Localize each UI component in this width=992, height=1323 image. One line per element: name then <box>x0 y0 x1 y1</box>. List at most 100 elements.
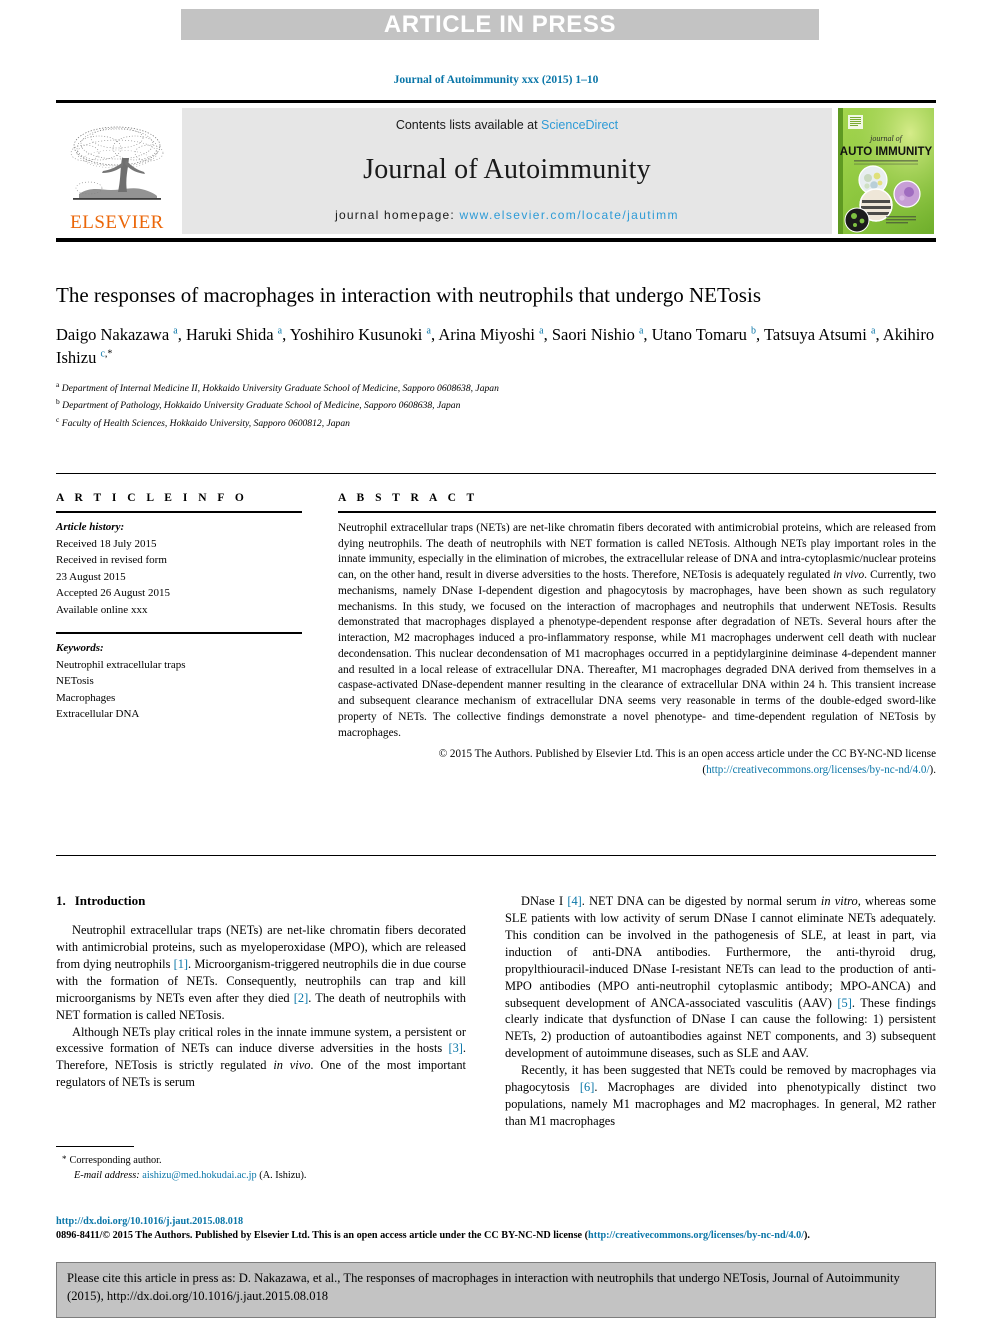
contents-available-line: Contents lists available at ScienceDirec… <box>396 118 618 132</box>
corresponding-email-person: (A. Ishizu). <box>259 1170 307 1182</box>
article-history-item: Received 18 July 2015 <box>56 537 157 550</box>
author-corresponding-marker: ,* <box>104 348 113 360</box>
abstract-part-2: . Currently, two mechanisms, namely DNas… <box>338 569 936 739</box>
introduction-title: Introduction <box>74 893 146 908</box>
author-affiliation-marker: a <box>277 325 283 337</box>
keywords-lines: Neutrophil extracellular traps NETosis Mac… <box>56 657 302 723</box>
running-head-citation: Journal of Autoimmunity xxx (2015) 1–10 <box>393 74 599 86</box>
corresponding-author-line: * Corresponding author. <box>56 1153 466 1168</box>
introduction-right-paragraphs: DNase I [4]. NET DNA can be digested by … <box>505 893 936 1130</box>
introduction-left-paragraphs: Neutrophil extracellular traps (NETs) ar… <box>56 922 466 1091</box>
author-affiliation-marker: a <box>539 325 544 337</box>
svg-text:journal of: journal of <box>869 134 904 143</box>
elsevier-logo: ELSEVIER <box>56 108 178 234</box>
issn-copyright-line: 0896-8411/© 2015 The Authors. Published … <box>56 1229 936 1244</box>
citation-reference-link[interactable]: [1] <box>174 957 188 971</box>
journal-homepage-link[interactable]: www.elsevier.com/locate/jautimm <box>459 208 678 222</box>
corresponding-author-label: Corresponding author. <box>69 1155 162 1166</box>
issn-creative-commons-link[interactable]: http://creativecommons.org/licenses/by-n… <box>588 1230 804 1241</box>
article-history-label: Article history: <box>56 521 125 533</box>
body-paragraph: Neutrophil extracellular traps (NETs) ar… <box>56 923 467 1022</box>
author-name: Saori Nishio <box>551 324 639 344</box>
affiliation-marker: a <box>56 379 60 389</box>
citation-reference-link[interactable]: [6] <box>580 1080 594 1094</box>
article-history-item: Received in revised form <box>56 554 167 566</box>
author-list: Daigo Nakazawa a, Haruki Shida a, Yoshih… <box>56 324 935 368</box>
affiliation-line: a Department of Internal Medicine II, Ho… <box>56 379 499 394</box>
author-affiliation-marker: a <box>426 325 431 337</box>
abstract-italic-in-vivo: in vivo <box>833 569 865 582</box>
author-affiliation-marker: a <box>638 325 644 337</box>
keyword-item: Extracellular DNA <box>56 708 140 720</box>
keywords-label: Keywords: <box>56 642 104 654</box>
cite-this-article-text: Please cite this article in press as: D.… <box>67 1271 900 1303</box>
article-info-column: A R T I C L E I N F O Article history: R… <box>56 492 302 723</box>
body-column-left: 1. Introduction Neutrophil extracellular … <box>56 893 466 1091</box>
paper-title: The responses of macrophages in interact… <box>56 283 761 307</box>
elsevier-wordmark: ELSEVIER <box>70 212 164 233</box>
abstract-copyright-suffix: ). <box>929 763 936 776</box>
citation-reference-link[interactable]: [3] <box>448 1041 462 1055</box>
journal-homepage-line: journal homepage: www.elsevier.com/locat… <box>335 208 679 222</box>
journal-title: Journal of Autoimmunity <box>363 154 651 185</box>
author-name: Utano Tomaru <box>651 324 752 344</box>
body-column-right: DNase I [4]. NET DNA can be digested by … <box>505 893 936 1130</box>
cite-this-article-box: Please cite this article in press as: D.… <box>56 1262 936 1318</box>
footnote-rule <box>56 1146 134 1147</box>
italic-text: in vitro <box>820 894 858 908</box>
keywords-rule <box>56 632 302 634</box>
author-affiliation-marker: a <box>173 325 178 337</box>
contents-prefix: Contents lists available at <box>395 118 542 132</box>
body-paragraph: Recently, it has been suggested that NET… <box>505 1063 936 1128</box>
corresponding-author-star: * <box>62 1154 67 1164</box>
introduction-heading: 1. Introduction <box>56 893 466 909</box>
affiliation-line: c Faculty of Health Sciences, Hokkaido U… <box>56 414 350 430</box>
legal-block: http://dx.doi.org/10.1016/j.jaut.2015.08… <box>56 1215 936 1244</box>
keyword-item: NETosis <box>56 675 94 687</box>
journal-masthead: ELSEVIER Contents lists available at Sci… <box>56 100 936 242</box>
italic-text: in vivo <box>273 1058 311 1073</box>
article-history-item: Available online xxx <box>56 603 148 616</box>
elsevier-tree-icon <box>70 126 164 200</box>
author-name: Yoshihiro Kusunoki <box>289 324 427 344</box>
author-name: Arina Miyoshi <box>438 324 540 344</box>
abstract-copyright: © 2015 The Authors. Published by Elsevie… <box>338 747 936 778</box>
article-history-item: 23 August 2015 <box>56 570 126 583</box>
abstract-section-bottom-rule <box>56 855 936 856</box>
citation-reference-link[interactable]: [4] <box>567 894 581 908</box>
citation-reference-link[interactable]: [2] <box>294 991 308 1005</box>
svg-text:AUTO IMMUNITY: AUTO IMMUNITY <box>840 146 933 158</box>
corresponding-email-link[interactable]: aishizu@med.hokudai.ac.jp <box>142 1170 256 1181</box>
affiliation-marker: c <box>56 414 60 424</box>
article-info-rule <box>56 511 302 513</box>
sciencedirect-link[interactable]: ScienceDirect <box>541 118 618 132</box>
corresponding-email-line: E-mail address: aishizu@med.hokudai.ac.j… <box>56 1168 466 1183</box>
author-affiliation-marker: b <box>751 325 757 337</box>
author-name: Daigo Nakazawa <box>56 324 174 344</box>
homepage-prefix: journal homepage: <box>335 208 460 222</box>
body-paragraph: DNase I [4]. NET DNA can be digested by … <box>505 894 936 1061</box>
keyword-item: Macrophages <box>56 691 116 704</box>
issn-suffix: ). <box>804 1230 810 1242</box>
masthead-center-panel: Contents lists available at ScienceDirec… <box>182 108 832 234</box>
abstract-heading: A B S T R A C T <box>338 492 479 504</box>
keyword-item: Neutrophil extracellular traps <box>56 658 186 671</box>
abstract-rule <box>338 511 936 513</box>
journal-cover-thumbnail: journal of AUTO IMMUNITY <box>836 108 936 234</box>
affiliation-list: a Department of Internal Medicine II, Ho… <box>56 379 936 432</box>
creative-commons-link[interactable]: http://creativecommons.org/licenses/by-n… <box>706 764 929 776</box>
title-and-authors: The responses of macrophages in interact… <box>56 282 936 431</box>
email-address-label: E-mail address: <box>74 1170 140 1182</box>
citation-reference-link[interactable]: [5] <box>837 996 851 1010</box>
introduction-number: 1. <box>56 893 66 908</box>
doi-link[interactable]: http://dx.doi.org/10.1016/j.jaut.2015.08… <box>56 1215 936 1229</box>
article-history-lines: Received 18 July 2015 Received in revised… <box>56 536 302 619</box>
journal-cover-image: journal of AUTO IMMUNITY <box>838 108 934 234</box>
corresponding-author-note: * Corresponding author. E-mail address: a… <box>56 1146 466 1184</box>
author-name: Tatsuya Atsumi <box>763 324 871 344</box>
issn-prefix: 0896-8411/© 2015 The Authors. Published … <box>56 1230 589 1242</box>
article-in-press-banner: ARTICLE IN PRESS <box>181 9 819 40</box>
affiliation-marker: b <box>56 397 60 407</box>
author-affiliation-marker: a <box>870 325 876 337</box>
article-info-heading: A R T I C L E I N F O <box>56 492 248 504</box>
